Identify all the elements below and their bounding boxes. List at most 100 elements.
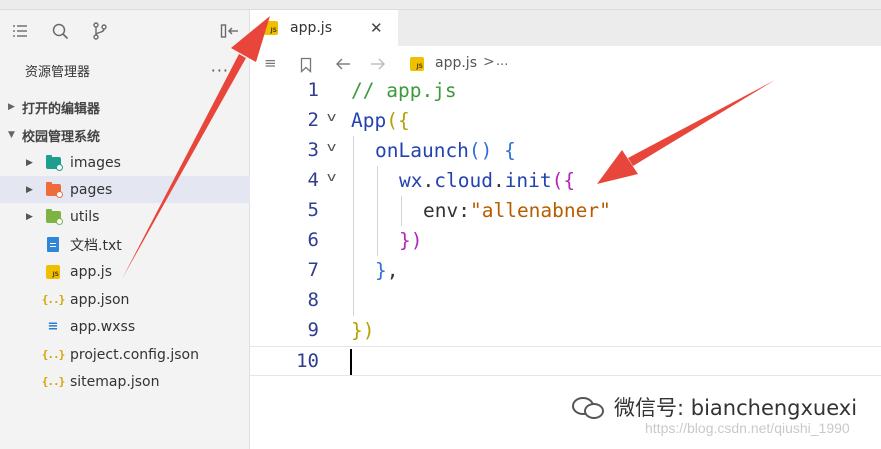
editor-tab-bar: JS app.js ✕ [250,10,881,46]
tree-item-label: utils [70,208,100,225]
tree-item-label: app.js [70,263,112,280]
tree-item-label: pages [70,181,113,198]
code-line: 2 v App({ [250,106,881,136]
code-line: 3 v onLaunch() { [250,136,881,166]
line-number: 5 [307,199,319,221]
breadcrumb: ≡ JS app.js > ... [250,50,881,78]
wechat-watermark: 微信号: bianchengxuexi [570,392,857,422]
token-init: init [504,169,552,192]
line-number: 3 [307,139,319,161]
wechat-icon [570,393,606,421]
line-number: 8 [307,289,319,311]
tree-item-label: 文档.txt [70,237,122,254]
json-file-icon: {..} [41,375,65,388]
css-file-icon: ≡ [47,319,59,334]
explorer-sidebar: 资源管理器 ··· ▶ 打开的编辑器 ▼ 校园管理系统 ▶ images ▶ p… [0,10,250,449]
token-brace: ({ [551,169,576,192]
menu-icon[interactable]: ≡ [264,54,277,72]
chevron-right-icon: ▶ [8,102,15,112]
token-env-value: "allenabner" [469,199,611,222]
code-line: 8 [250,286,881,316]
tree-item-utils[interactable]: ▶ utils [0,203,250,230]
tree-item-label: images [70,154,121,171]
js-file-icon: JS [410,57,424,71]
fold-chevron-icon[interactable]: v [327,170,337,184]
folder-images-icon [45,154,63,171]
more-icon[interactable]: ··· [211,61,229,80]
token-brace: { [492,139,516,162]
chevron-right-icon: ▶ [26,184,33,195]
close-icon[interactable]: ✕ [370,19,383,37]
folder-pages-icon [45,181,63,198]
section-project-label: 校园管理系统 [22,129,101,145]
tree-item-images[interactable]: ▶ images [0,149,250,176]
token-env-key: env [423,199,459,222]
token-wx: wx [399,169,423,192]
forward-arrow-icon[interactable] [370,54,386,75]
sidebar-toolbar [0,10,249,50]
tree-item-label: sitemap.json [70,373,160,390]
code-line: 9 }) [250,316,881,346]
back-arrow-icon[interactable] [335,54,351,75]
text-file-icon [45,237,61,253]
breadcrumb-separator: > [483,54,495,70]
section-open-editors-label: 打开的编辑器 [22,101,101,117]
code-line: 6 }) [250,226,881,256]
token-brace: }) [351,319,375,342]
js-file-icon: JS [264,21,278,35]
window-top-strip [0,0,881,10]
section-open-editors[interactable]: ▶ 打开的编辑器 [0,94,250,120]
tree-item-app-js[interactable]: JS app.js [0,258,250,285]
token-brace: ({ [386,109,410,132]
line-number: 1 [307,79,319,101]
line-number: 6 [307,229,319,251]
js-file-icon: JS [45,264,61,280]
token-comment: // app.js [351,79,457,102]
watermark-text: 微信号: bianchengxuexi [614,396,858,420]
tree-item-label: app.json [70,291,130,308]
chevron-down-icon: ▼ [8,130,15,140]
tree-item-sitemap-json[interactable]: {..} sitemap.json [0,368,250,395]
tree-item-pages[interactable]: ▶ pages [0,176,250,203]
tree-item-app-json[interactable]: {..} app.json [0,286,250,313]
fold-chevron-icon[interactable]: v [327,110,337,124]
tree-item-project-config[interactable]: {..} project.config.json [0,341,250,368]
explorer-header: 资源管理器 ··· [25,58,229,82]
breadcrumb-file[interactable]: app.js [435,55,477,71]
tab-app-js[interactable]: JS app.js ✕ [250,10,398,46]
fold-chevron-icon[interactable]: v [327,140,337,154]
breadcrumb-more[interactable]: ... [496,54,508,69]
token-brace: }) [399,229,423,252]
text-cursor [350,349,352,375]
token-onlaunch: onLaunch [375,139,469,162]
section-project[interactable]: ▼ 校园管理系统 [0,122,250,148]
code-line-current: 10 [250,346,881,376]
source-control-icon[interactable] [89,20,111,42]
line-number: 10 [296,350,319,372]
code-line: 7 }, [250,256,881,286]
folder-utils-icon [45,208,63,225]
explorer-title: 资源管理器 [25,64,91,80]
token-paren: () [468,139,493,162]
tree-item-app-wxss[interactable]: ≡ app.wxss [0,313,250,340]
token-app: App [351,109,387,132]
json-file-icon: {..} [41,348,65,361]
bookmark-icon[interactable] [300,54,312,77]
collapse-sidebar-icon[interactable] [219,20,241,42]
code-line: 4 v wx.cloud.init({ [250,166,881,196]
tree-item-label: project.config.json [70,346,199,363]
token-cloud: cloud [434,169,493,192]
chevron-right-icon: ▶ [26,211,33,222]
tree-item-doc-txt[interactable]: 文档.txt [0,231,250,258]
token-brace: } [375,259,387,282]
line-number: 4 [307,169,319,191]
tab-label: app.js [290,20,332,36]
line-number: 2 [307,109,319,131]
tree-item-label: app.wxss [70,318,136,335]
code-line: 1 // app.js [250,76,881,106]
json-file-icon: {..} [41,293,65,306]
list-icon[interactable] [9,20,31,42]
chevron-right-icon: ▶ [26,157,33,168]
line-number: 7 [307,259,319,281]
search-icon[interactable] [49,20,71,42]
